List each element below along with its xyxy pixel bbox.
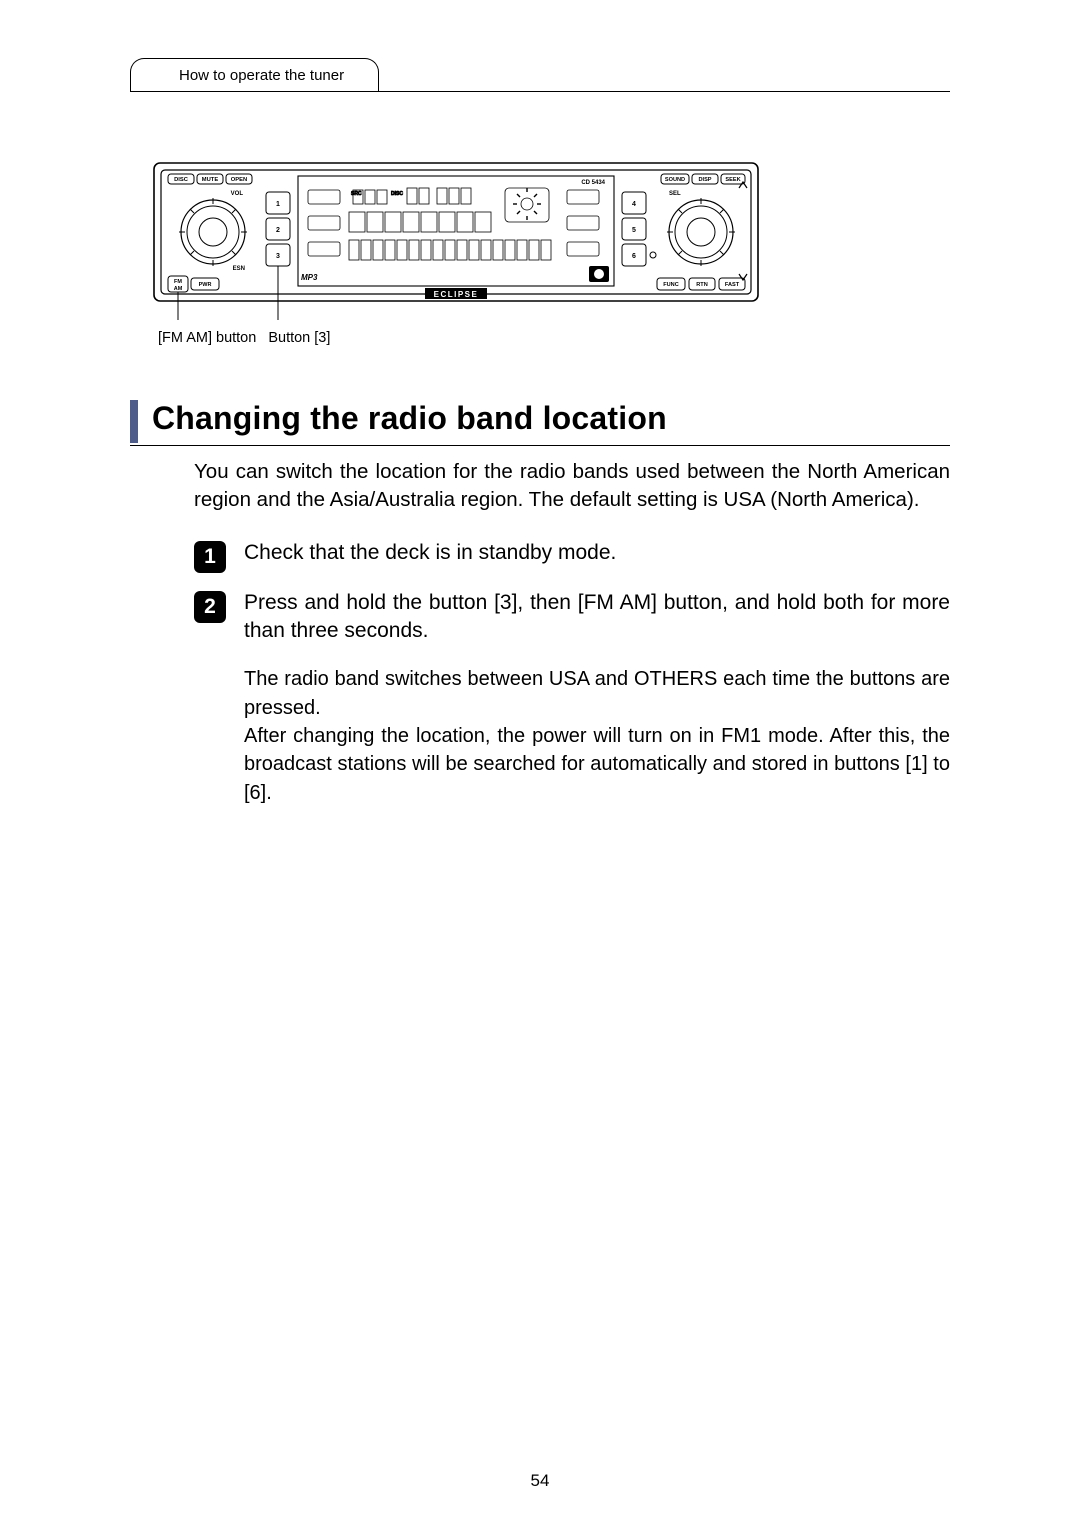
heading-row: Changing the radio band location <box>130 400 950 443</box>
fmam-label-fm: FM <box>174 279 182 285</box>
step-1-body: Check that the deck is in standby mode. <box>244 539 950 567</box>
sel-label: SEL <box>669 191 681 197</box>
heading-rule <box>130 445 950 446</box>
seek-label: SEEK <box>725 177 740 183</box>
step-2-body: Press and hold the button [3], then [FM … <box>244 589 950 808</box>
radio-figure: DISC MUTE OPEN <box>153 162 759 346</box>
section-tab: How to operate the tuner <box>130 58 379 91</box>
step-1: 1 Check that the deck is in standby mode… <box>194 539 950 573</box>
preset-6-label: 6 <box>632 253 636 260</box>
mute-button-label: MUTE <box>202 177 219 183</box>
fmam-label-am: AM <box>174 286 183 292</box>
step-2-number: 2 <box>194 591 226 623</box>
fast-label: FAST <box>725 282 740 288</box>
lcd-disc: DISC <box>391 191 403 197</box>
brand-label: ECLIPSE <box>434 290 479 299</box>
figure-label-fmam: [FM AM] button <box>158 330 256 346</box>
preset-2-label: 2 <box>276 227 280 234</box>
vol-label: VOL <box>231 191 244 197</box>
rtn-label: RTN <box>696 282 708 288</box>
step-1-title: Check that the deck is in standby mode. <box>244 539 950 567</box>
step-1-number: 1 <box>194 541 226 573</box>
step-2-sub: The radio band switches between USA and … <box>244 665 950 807</box>
figure-labels: [FM AM] button Button [3] <box>158 330 759 346</box>
preset-1-label: 1 <box>276 201 280 208</box>
steps-list: 1 Check that the deck is in standby mode… <box>194 539 950 808</box>
preset-4-label: 4 <box>632 201 636 208</box>
figure-label-btn3: Button [3] <box>268 330 330 346</box>
header-tab-row: How to operate the tuner <box>130 58 950 91</box>
header-rule <box>130 91 950 92</box>
model-label: CD 5434 <box>581 180 605 186</box>
disc-button-label: DISC <box>174 177 189 183</box>
radio-svg: DISC MUTE OPEN <box>153 162 759 322</box>
pwr-label: PWR <box>199 282 212 288</box>
mp3-label: MP3 <box>301 273 318 282</box>
sound-label: SOUND <box>665 177 685 183</box>
esn-label: ESN <box>233 266 245 272</box>
page-number: 54 <box>0 1471 1080 1491</box>
step-2: 2 Press and hold the button [3], then [F… <box>194 589 950 808</box>
preset-3-label: 3 <box>276 253 280 260</box>
step-2-title: Press and hold the button [3], then [FM … <box>244 589 950 646</box>
func-label: FUNC <box>663 282 679 288</box>
section-tab-label: How to operate the tuner <box>179 67 344 84</box>
open-button-label: OPEN <box>231 177 247 183</box>
page: How to operate the tuner DISC MUTE OPEN <box>0 0 1080 1533</box>
disp-label: DISP <box>698 177 711 183</box>
section-heading: Changing the radio band location <box>152 400 667 443</box>
intro-paragraph: You can switch the location for the radi… <box>194 458 950 515</box>
preset-5-label: 5 <box>632 227 636 234</box>
heading-accent-bar <box>130 400 138 443</box>
